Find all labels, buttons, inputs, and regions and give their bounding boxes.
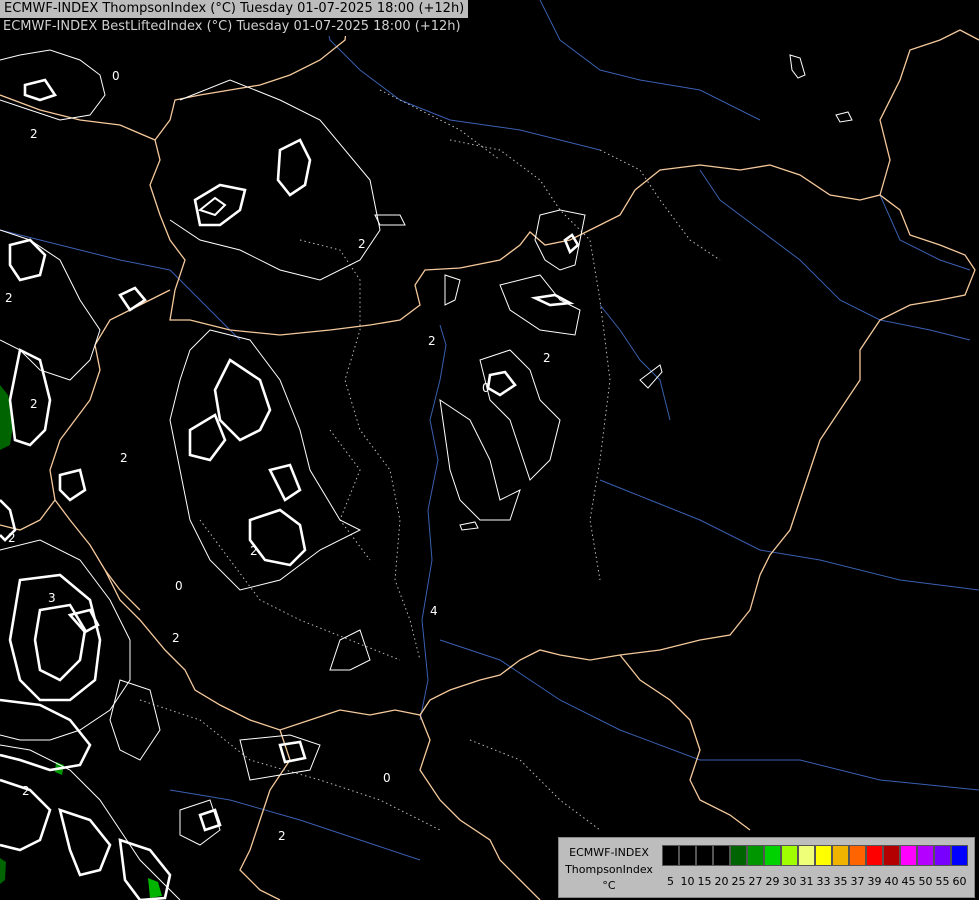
legend-tick-label: 35	[833, 875, 848, 888]
contour-label: 2	[30, 127, 38, 141]
contour-label: 2	[278, 829, 286, 843]
legend-tick-label: 5	[667, 875, 674, 888]
legend-tick-label: 60	[952, 875, 967, 888]
legend-swatch	[849, 845, 866, 866]
contour-label: 0	[112, 69, 120, 83]
legend-tick-label: 50	[918, 875, 933, 888]
legend-ticks: 5 10 15 20 25 27 29 30 31 33 35 37 39 40 45 50 55 60	[662, 875, 968, 888]
contour-label: 2	[250, 544, 258, 558]
contour-label: 2	[543, 351, 551, 365]
legend-swatch	[832, 845, 849, 866]
contour-label: 2	[428, 334, 436, 348]
legend-swatch	[713, 845, 730, 866]
legend-tick-label: 15	[697, 875, 712, 888]
legend-swatch	[747, 845, 764, 866]
contour-label: 2	[22, 784, 30, 798]
legend-tick-label: 30	[782, 875, 797, 888]
contour-label: 0	[383, 771, 391, 785]
contour-label: 2	[120, 451, 128, 465]
legend-tick-label: 27	[748, 875, 763, 888]
legend-swatch	[815, 845, 832, 866]
contour-label: 2	[358, 237, 366, 251]
legend-swatch	[866, 845, 883, 866]
legend-tick-label: 31	[799, 875, 814, 888]
legend-swatch	[730, 845, 747, 866]
legend-tick-label: 37	[850, 875, 865, 888]
legend-swatch	[662, 845, 679, 866]
contour-label: 2	[5, 291, 13, 305]
legend-parameter: ThompsonIndex	[565, 863, 653, 876]
map-background	[0, 0, 979, 900]
legend-swatch	[764, 845, 781, 866]
contour-label: 0	[482, 381, 490, 395]
contour-label: 2	[30, 397, 38, 411]
legend-model: ECMWF-INDEX	[569, 846, 649, 859]
legend-swatch	[951, 845, 968, 866]
legend-tick-label: 40	[884, 875, 899, 888]
legend-tick-label: 45	[901, 875, 916, 888]
legend-tick-label: 29	[765, 875, 780, 888]
contour-label: 3	[48, 591, 56, 605]
legend-tick-label: 20	[714, 875, 729, 888]
legend-swatch	[696, 845, 713, 866]
color-legend: ECMWF-INDEX ThompsonIndex °C 5 10 15 20 25 27…	[558, 837, 975, 898]
legend-tick-label: 10	[680, 875, 695, 888]
legend-tick-label: 55	[935, 875, 950, 888]
legend-swatch	[900, 845, 917, 866]
legend-tick-label: 25	[731, 875, 746, 888]
legend-tick-label: 39	[867, 875, 882, 888]
contour-label: 0	[175, 579, 183, 593]
contour-label: 4	[430, 604, 438, 618]
legend-tick-label: 33	[816, 875, 831, 888]
legend-swatch	[679, 845, 696, 866]
contour-label: 2	[172, 631, 180, 645]
weather-map[interactable]: 2 0 2 2 2 2 2 0 4 2 2 0 2 2 3 2 0 2	[0, 0, 979, 900]
legend-swatch	[917, 845, 934, 866]
legend-swatch	[934, 845, 951, 866]
legend-swatch	[781, 845, 798, 866]
map-title-bestlifted: ECMWF-INDEX BestLiftedIndex (°C) Tuesday…	[0, 18, 465, 36]
legend-swatch	[883, 845, 900, 866]
contour-label: 2	[8, 531, 16, 545]
legend-swatch	[798, 845, 815, 866]
legend-swatches	[662, 845, 968, 866]
legend-unit: °C	[602, 879, 616, 892]
map-title-thompson: ECMWF-INDEX ThompsonIndex (°C) Tuesday 0…	[0, 0, 469, 18]
